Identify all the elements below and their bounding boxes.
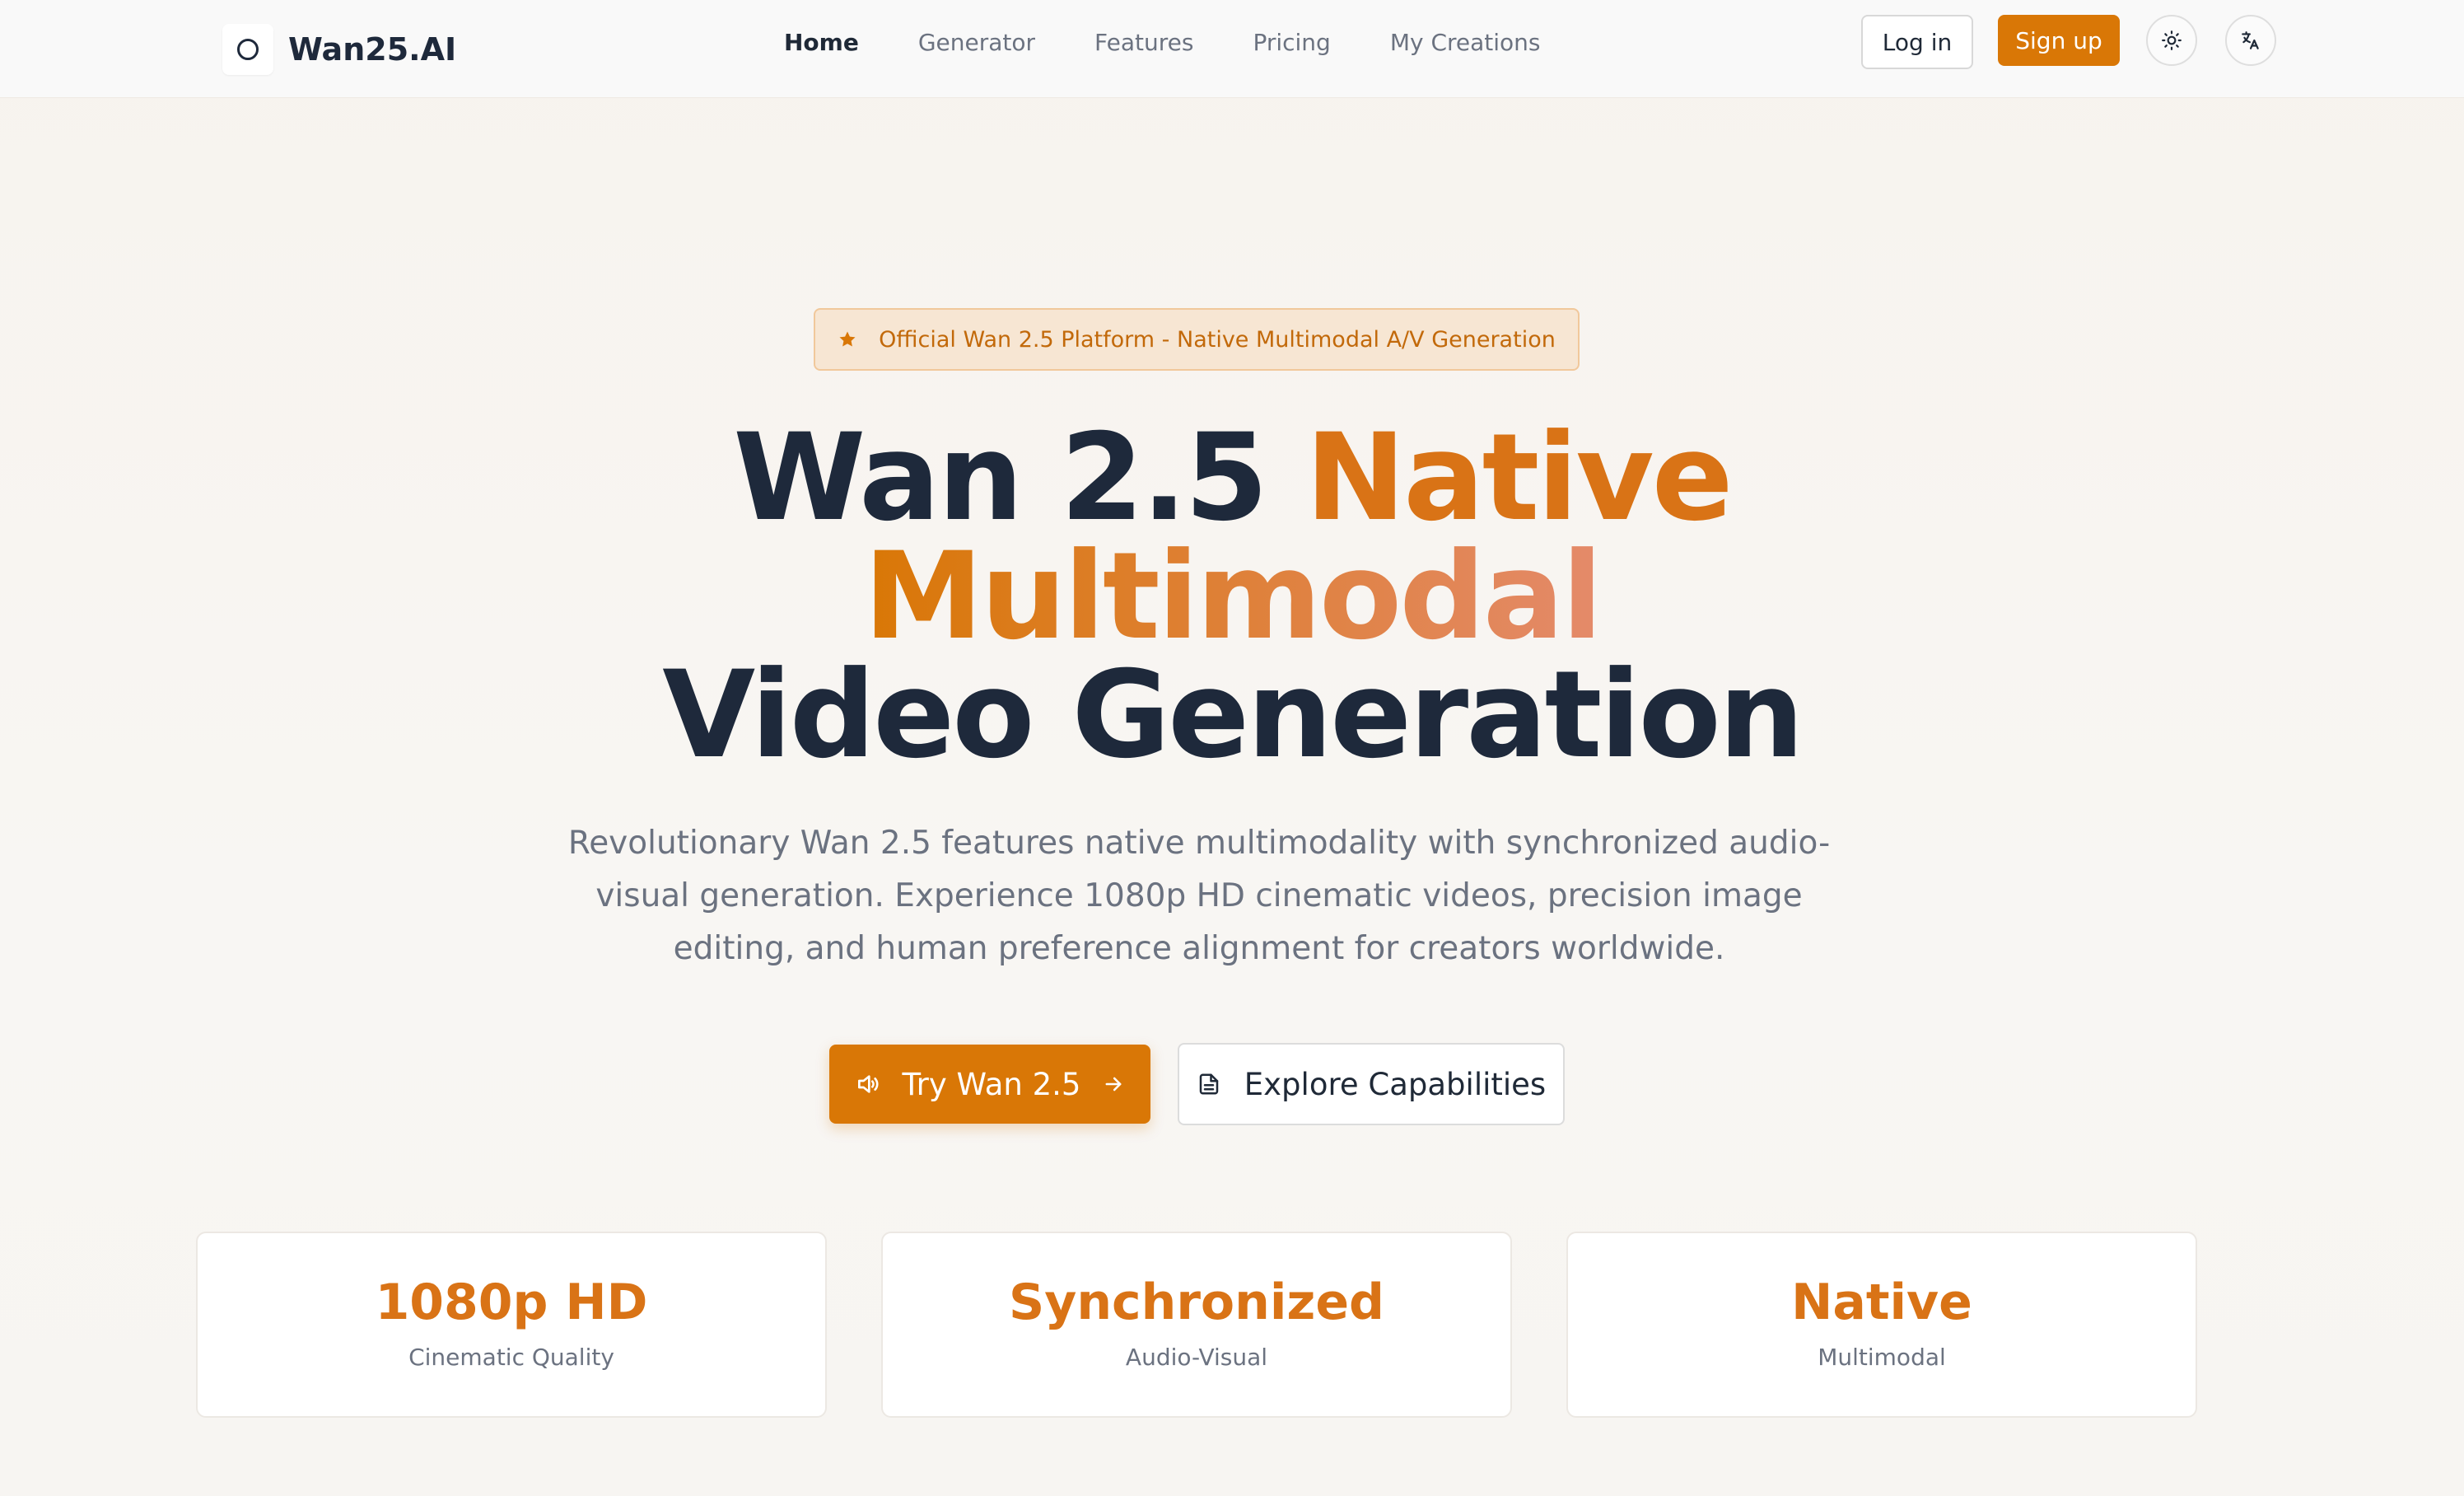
badge-text: Official Wan 2.5 Platform - Native Multi…: [879, 326, 1556, 353]
circle-logo-icon: [222, 24, 273, 75]
signup-button[interactable]: Sign up: [1998, 15, 2120, 66]
speaker-icon: [855, 1071, 881, 1097]
language-button[interactable]: [2225, 15, 2276, 66]
try-wan-button[interactable]: Try Wan 2.5: [829, 1045, 1150, 1124]
stat-value: Synchronized: [1009, 1274, 1384, 1331]
arrow-right-icon: [1102, 1073, 1125, 1096]
document-icon: [1197, 1072, 1221, 1096]
translate-icon: [2240, 30, 2261, 51]
stat-label: Audio-Visual: [1125, 1344, 1268, 1371]
try-wan-label: Try Wan 2.5: [902, 1066, 1081, 1102]
subtitle-line: editing, and human preference alignment …: [673, 930, 1725, 967]
stat-card: 1080p HD Cinematic Quality: [196, 1232, 827, 1418]
sun-icon: [2161, 30, 2182, 51]
nav-features[interactable]: Features: [1094, 29, 1193, 56]
nav-generator[interactable]: Generator: [918, 29, 1035, 56]
explore-capabilities-button[interactable]: Explore Capabilities: [1178, 1043, 1565, 1125]
hero-subtitle: Revolutionary Wan 2.5 features native mu…: [544, 817, 1855, 975]
login-button[interactable]: Log in: [1861, 15, 1973, 69]
nav-home[interactable]: Home: [784, 29, 859, 56]
main-nav: Home Generator Features Pricing My Creat…: [784, 25, 1541, 59]
brand[interactable]: Wan25.AI: [222, 15, 456, 84]
stat-value: Native: [1791, 1274, 1972, 1331]
star-icon: [838, 330, 857, 349]
nav-my-creations[interactable]: My Creations: [1390, 29, 1541, 56]
top-navbar: Wan25.AI Home Generator Features Pricing…: [0, 0, 2464, 98]
stat-label: Cinematic Quality: [408, 1344, 614, 1371]
stat-card: Native Multimodal: [1566, 1232, 2197, 1418]
hero-badge: Official Wan 2.5 Platform - Native Multi…: [814, 308, 1580, 371]
explore-capabilities-label: Explore Capabilities: [1244, 1066, 1547, 1102]
subtitle-line: Revolutionary Wan 2.5 features native mu…: [567, 825, 1831, 862]
stat-label: Multimodal: [1818, 1344, 1946, 1371]
stat-card: Synchronized Audio-Visual: [881, 1232, 1512, 1418]
brand-name: Wan25.AI: [288, 31, 457, 68]
theme-toggle-button[interactable]: [2146, 15, 2197, 66]
subtitle-line: visual generation. Experience 1080p HD c…: [595, 877, 1803, 914]
hero-title: Wan 2.5 Native Multimodal Video Generati…: [0, 418, 2464, 775]
title-part-4: Video Generation: [662, 645, 1804, 785]
nav-pricing[interactable]: Pricing: [1253, 29, 1330, 56]
stat-value: 1080p HD: [375, 1274, 648, 1331]
